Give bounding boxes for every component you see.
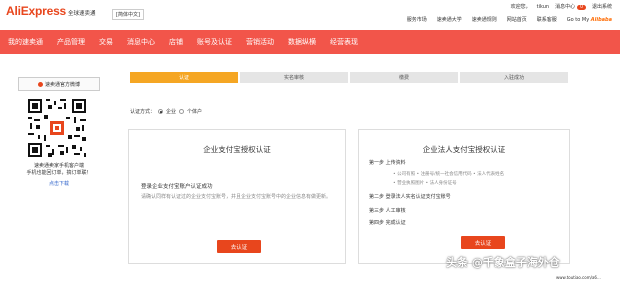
user-links: 欢迎您， tikun 消息中心 0 退出系统 xyxy=(511,3,612,10)
qr-caption-line1: 速卖通卖家手机客户端 xyxy=(33,163,84,169)
username[interactable]: tikun xyxy=(537,4,549,10)
watermark-text: 头条 @千象盒子海外仓 xyxy=(446,256,560,269)
radio-enterprise[interactable] xyxy=(158,109,164,114)
radio-enterprise-label[interactable]: 企业 xyxy=(166,108,176,115)
goto-prefix: Go to My xyxy=(566,16,590,23)
card-subtitle: 登录企业支付宝账户认证成功 xyxy=(141,184,213,190)
message-center-label: 消息中心 xyxy=(555,4,576,10)
alibaba-brand: Alibaba xyxy=(590,16,612,23)
nav-store[interactable]: 店铺 xyxy=(169,37,183,47)
legal-rep-alipay-card: 企业法人支付宝授权认证 第一步 上传资料 • 公司有照 • 注册号/统一社会信用… xyxy=(358,129,570,264)
right-bullet2: • 营业执照图片 • 法人身份证号 xyxy=(393,181,457,186)
official-weibo-button[interactable]: 速卖通官方微博 xyxy=(18,77,100,91)
step-auth: 认证 xyxy=(130,72,238,83)
aliexpress-logo[interactable]: AliExpress xyxy=(6,4,66,18)
qr-caption-line2: 手机也能回订单，搞订单联！ xyxy=(26,170,92,176)
enterprise-alipay-card: 企业支付宝授权认证 登录企业支付宝账户认证成功 请确认同样有认证过的企业支付宝账… xyxy=(128,129,346,264)
nav-performance[interactable]: 经营表现 xyxy=(330,37,358,47)
logout-link[interactable]: 退出系统 xyxy=(592,3,612,10)
nav-products[interactable]: 产品管理 xyxy=(57,37,85,47)
download-link[interactable]: 点击下载 xyxy=(18,180,100,187)
step-success: 入驻成功 xyxy=(460,72,568,83)
logo-subtitle: 全球速卖通 xyxy=(68,11,96,17)
qr-code xyxy=(26,97,88,159)
auth-type-label: 认证方式： xyxy=(130,109,156,115)
nav-data[interactable]: 数据纵横 xyxy=(288,37,316,47)
nav-account[interactable]: 账号及认证 xyxy=(197,37,232,47)
card-title: 企业支付宝授权认证 xyxy=(203,145,271,154)
weibo-icon xyxy=(37,81,43,87)
nav-marketing[interactable]: 营销活动 xyxy=(246,37,274,47)
home-link[interactable]: 网站首页 xyxy=(507,16,527,23)
radio-individual[interactable] xyxy=(179,109,185,114)
right-step2: 第二步 登录法人实名认证支付宝账号 xyxy=(369,194,451,200)
language-selector[interactable]: [简体中文] xyxy=(112,9,144,20)
official-weibo-label: 速卖通官方微博 xyxy=(44,81,80,88)
right-bullet1: • 公司有照 • 注册号/统一社会信用代码 • 法人代表姓名 xyxy=(393,172,505,177)
card-title: 企业法人支付宝授权认证 xyxy=(422,145,506,154)
message-count-badge: 0 xyxy=(577,5,586,10)
card-description: 请确认同样有认证过的企业支付宝账号，并且企业支付宝账号中的企业信息有做更新。 xyxy=(141,194,332,200)
qr-caption: 速卖通卖家手机客户端 手机也能回订单，搞订单联！ xyxy=(18,163,100,177)
step-review: 实名审核 xyxy=(240,72,348,83)
nav-my-aliexpress[interactable]: 我的速卖通 xyxy=(8,37,43,47)
message-center-link[interactable]: 消息中心 0 xyxy=(555,3,586,10)
contact-link[interactable]: 联系客服 xyxy=(537,16,557,23)
progress-steps: 认证 实名审核 缴费 入驻成功 xyxy=(130,72,570,83)
right-step3: 第三步 人工审核 xyxy=(369,208,406,214)
auth-type-selector: 认证方式： 企业 个体户 xyxy=(130,108,202,115)
top-bar: AliExpress 全球速卖通 [简体中文] 欢迎您， tikun 消息中心 0… xyxy=(0,0,620,28)
step-payment: 缴费 xyxy=(350,72,458,83)
nav-orders[interactable]: 交易 xyxy=(99,37,113,47)
main-nav: 我的速卖通 产品管理 交易 消息中心 店铺 账号及认证 营销活动 数据纵横 经营… xyxy=(0,30,620,54)
right-step4: 第四步 完成认证 xyxy=(369,220,406,226)
university-link[interactable]: 速卖通大学 xyxy=(437,16,462,23)
legal-rep-auth-button[interactable]: 去认证 xyxy=(461,236,505,249)
site-links: 服务市场 速卖通大学 速卖通规则 网站首页 联系客服 Go to My Alib… xyxy=(407,16,612,24)
service-market-link[interactable]: 服务市场 xyxy=(407,16,427,23)
goto-my-alibaba-link[interactable]: Go to My Alibaba xyxy=(567,17,612,23)
radio-individual-label[interactable]: 个体户 xyxy=(187,108,202,115)
rules-link[interactable]: 速卖通规则 xyxy=(472,16,497,23)
welcome-text: 欢迎您， xyxy=(510,4,531,10)
enterprise-auth-button[interactable]: 去认证 xyxy=(217,240,261,253)
watermark-url: www.toutiao.com/a6... xyxy=(556,275,601,280)
left-panel: 速卖通官方微博 速卖通卖家手机客户端 手机也能回订单，搞订单联！ 点击下载 xyxy=(18,77,100,195)
nav-messages[interactable]: 消息中心 xyxy=(127,37,155,47)
right-step1: 第一步 上传资料 xyxy=(369,160,406,166)
